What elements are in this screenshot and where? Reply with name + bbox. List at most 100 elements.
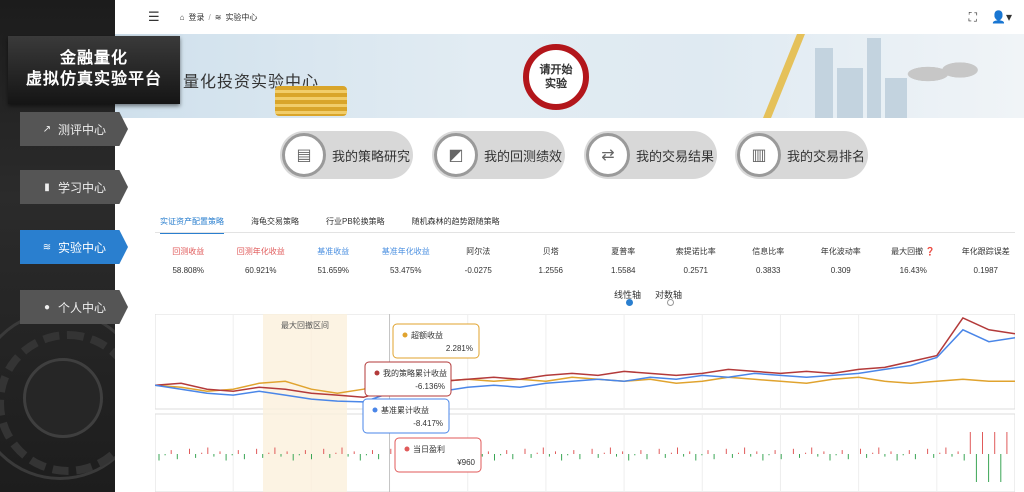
- home-icon: ⌂: [179, 12, 185, 22]
- metric: 索提诺比率 0.2571: [660, 246, 733, 275]
- metric: 基准收益 51.659%: [297, 246, 370, 275]
- top-bar: ☰ ⌂ 登录 / ≋ 实验中心 ⛶ 👤▾: [115, 0, 1024, 34]
- sidebar-item-learning[interactable]: ▮ 学习中心: [20, 170, 128, 204]
- tooltip-value: ¥960: [456, 458, 475, 467]
- button-label: 我的交易排名: [787, 148, 866, 164]
- sidebar-item-personal[interactable]: ● 个人中心: [20, 290, 128, 324]
- log-axis-option[interactable]: 对数轴: [655, 288, 682, 306]
- metric-name: 年化跟踪误差: [961, 247, 1010, 256]
- breadcrumb-login[interactable]: 登录: [189, 12, 205, 23]
- brand-line2: 虚拟仿真实验平台: [25, 71, 162, 88]
- metric-value: 0.309: [830, 266, 851, 275]
- user-icon: ●: [43, 301, 51, 313]
- metric-value: 51.659%: [317, 266, 350, 275]
- building-image: [815, 48, 833, 118]
- metric: 回测收益 58.808%: [152, 246, 225, 275]
- trade-results-button[interactable]: ⇄ 我的交易结果: [584, 131, 717, 179]
- backtest-performance-button[interactable]: ◩ 我的回测绩效: [432, 131, 565, 179]
- sidebar-item-evaluation[interactable]: ↗ 测评中心: [20, 112, 128, 146]
- start-line2: 实验: [545, 78, 567, 90]
- sidebar-item-label: 实验中心: [58, 240, 107, 255]
- layers-icon: ≋: [42, 241, 52, 253]
- metric-value: 60.921%: [244, 266, 277, 275]
- metric-name: 回测收益: [172, 247, 205, 256]
- tooltip-label: 我的策略累计收益: [383, 368, 447, 378]
- tooltip-value: -6.136%: [415, 382, 445, 391]
- decorative-rings: [0, 310, 115, 480]
- breadcrumb: ⌂ 登录 / ≋ 实验中心: [180, 12, 258, 23]
- chart-tooltip: 基准累计收益 -8.417%: [362, 398, 450, 434]
- metric-name: 阿尔法: [466, 247, 491, 256]
- metric-name: 基准年化收益: [381, 247, 430, 256]
- drawdown-band: [263, 314, 347, 492]
- metric-value: -0.0275: [464, 266, 492, 275]
- metric: 信息比率 0.3833: [732, 246, 805, 275]
- button-label: 我的回测绩效: [484, 148, 563, 164]
- chart-tooltip: 我的策略累计收益 -6.136%: [364, 361, 452, 397]
- brand-logo: 金融量化 虚拟仿真实验平台: [8, 36, 180, 104]
- building-image: [867, 38, 881, 118]
- hamburger-menu-icon[interactable]: ☰: [148, 9, 160, 25]
- coins-image: [275, 86, 347, 116]
- trade-ranking-button[interactable]: ▥ 我的交易排名: [735, 131, 868, 179]
- tooltip-dot: [374, 370, 380, 376]
- metric-name: 年化波动率: [820, 247, 861, 256]
- metric: 夏普率 1.5584: [587, 246, 660, 275]
- metric-value: 16.43%: [899, 266, 927, 275]
- tooltip-value: -8.417%: [413, 419, 443, 428]
- axis-toggle: 线性轴 对数轴: [614, 288, 682, 306]
- breadcrumb-separator: /: [208, 12, 211, 22]
- tooltip-dot: [404, 446, 410, 452]
- linear-axis-option[interactable]: 线性轴: [614, 288, 641, 306]
- metric-name: 信息比率: [752, 247, 785, 256]
- tooltip-label: 基准累计收益: [381, 405, 429, 415]
- fullscreen-icon[interactable]: ⛶: [969, 10, 977, 25]
- linear-axis-radio[interactable]: [626, 299, 633, 306]
- metric-name: 索提诺比率: [675, 247, 716, 256]
- metrics-row: 回测收益 58.808% 回测年化收益 60.921% 基准收益 51.659% 基准年化收…: [152, 246, 1022, 275]
- start-line1: 请开始: [539, 64, 573, 76]
- chart-tooltip: 超额收益2.281%: [392, 323, 480, 359]
- button-label: 我的策略研究: [332, 148, 411, 164]
- tooltip-dot: [372, 407, 378, 413]
- metric-name: 回测年化收益: [236, 247, 285, 256]
- strategy-research-button[interactable]: ▤ 我的策略研究: [280, 131, 413, 179]
- exchange-icon: ⇄: [586, 133, 630, 177]
- sidebar-item-label: 个人中心: [58, 300, 107, 315]
- layers-icon: ≋: [214, 12, 222, 22]
- log-axis-radio[interactable]: [667, 299, 675, 306]
- hero-banner: 量化投资实验中心 请开始 实验: [115, 34, 1024, 118]
- sidebar-item-experiment[interactable]: ≋ 实验中心: [20, 230, 128, 264]
- brand-line1: 金融量化: [59, 50, 128, 67]
- start-experiment-button[interactable]: 请开始 实验: [523, 44, 589, 110]
- metric-value: 0.1987: [973, 266, 998, 275]
- metric-value: 0.3833: [756, 266, 781, 275]
- metric-value: 53.475%: [389, 266, 422, 275]
- metric-value: 1.5584: [611, 266, 636, 275]
- metric-value: 58.808%: [172, 266, 205, 275]
- building-image: [837, 68, 863, 118]
- user-avatar-icon[interactable]: 👤▾: [991, 10, 1012, 25]
- tooltip-value: 2.281%: [446, 344, 473, 353]
- sidebar-item-label: 学习中心: [58, 180, 107, 195]
- metric: 阿尔法 -0.0275: [442, 246, 515, 275]
- metric-value: 0.2571: [683, 266, 708, 275]
- tooltip-label: 当日盈利: [413, 444, 445, 454]
- metric-value: 1.2556: [538, 266, 563, 275]
- sidebar-item-label: 测评中心: [58, 122, 107, 137]
- metric: 回测年化收益 60.921%: [225, 246, 298, 275]
- performance-chart: 最大回撤区间 超额收益2.281% 我的策略累计收益 -6.136% 基准累计收益 -8.…: [155, 314, 1015, 492]
- metric-name: 基准收益: [317, 247, 350, 256]
- metric: 基准年化收益 53.475%: [370, 246, 443, 275]
- metric-name: 最大回撤 ❓: [891, 247, 936, 256]
- tab-divider: [155, 232, 1015, 233]
- world-map-image: [904, 54, 984, 94]
- metric: 年化波动率 0.309: [805, 246, 878, 275]
- metric: 最大回撤 ❓ 16.43%: [877, 246, 950, 275]
- metric: 贝塔 1.2556: [515, 246, 588, 275]
- book-icon: ▮: [44, 181, 50, 193]
- button-label: 我的交易结果: [636, 148, 715, 164]
- chart-tooltip: 当日盈利 ¥960: [394, 437, 482, 473]
- crane-image: [763, 34, 805, 118]
- drawdown-annotation: 最大回撤区间: [281, 320, 329, 330]
